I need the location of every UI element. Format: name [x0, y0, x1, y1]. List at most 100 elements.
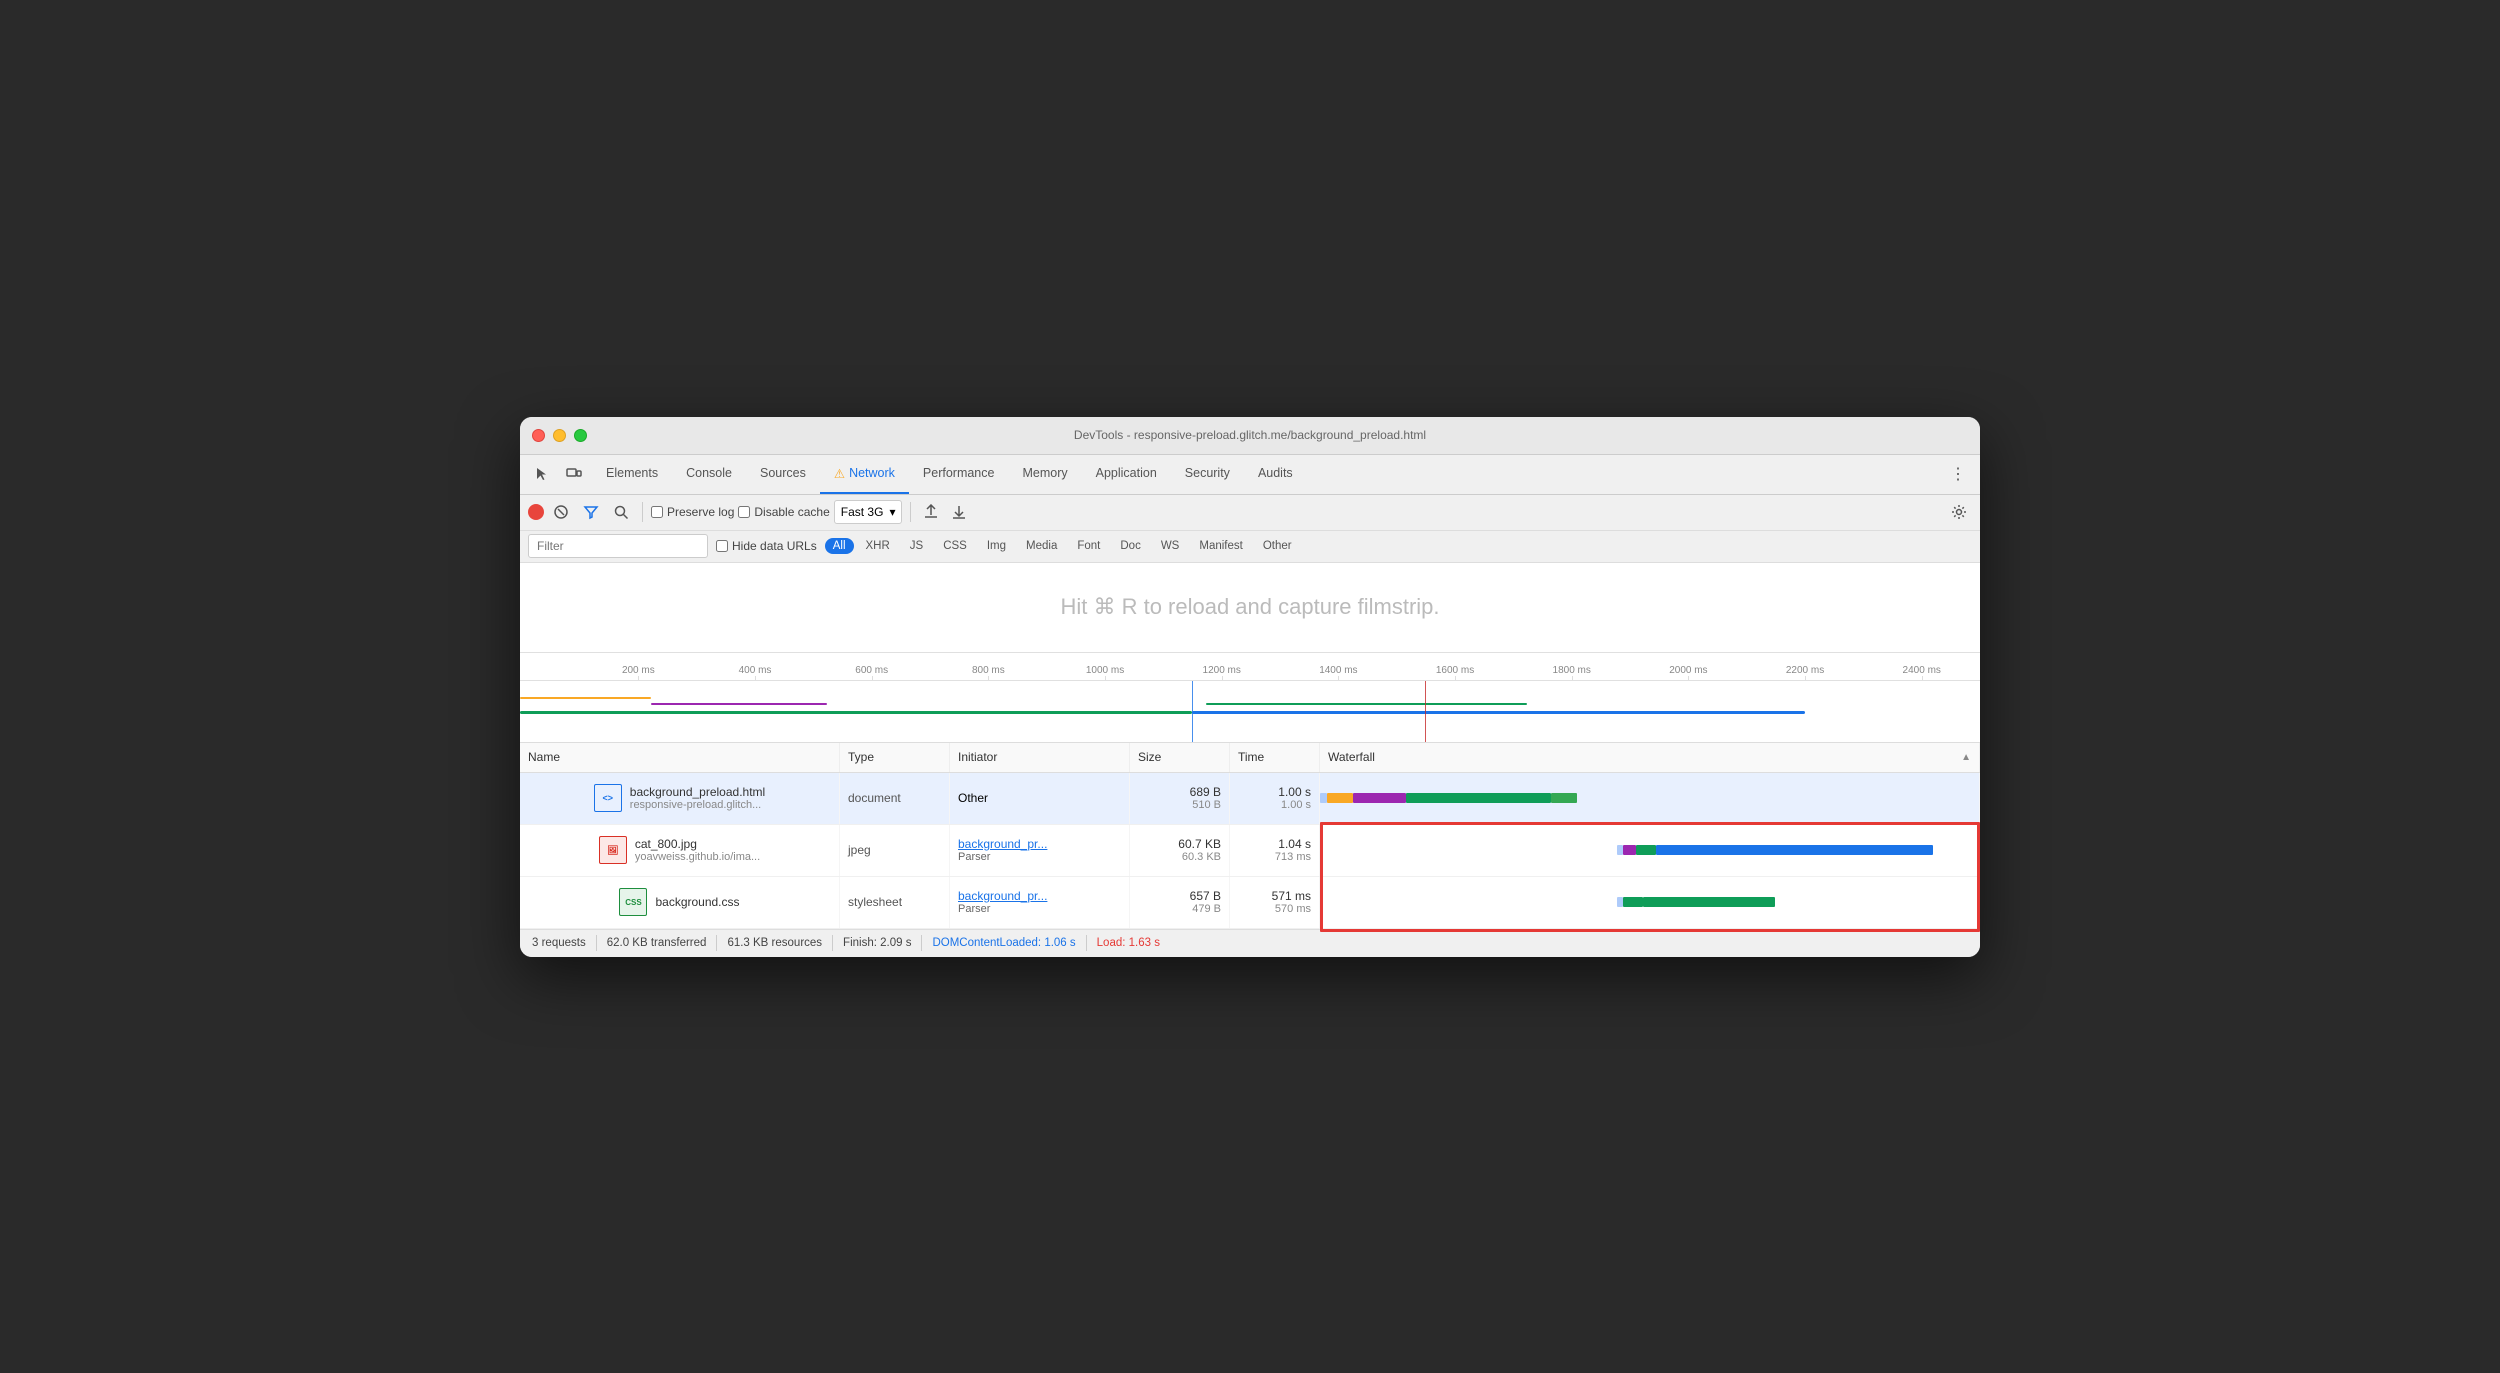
- status-sep-5: [1086, 935, 1087, 951]
- tab-memory[interactable]: Memory: [1008, 455, 1081, 494]
- filter-tag-css[interactable]: CSS: [935, 538, 975, 554]
- tick-1800: 1800 ms: [1513, 665, 1630, 676]
- td-type-html: document: [840, 773, 950, 824]
- cursor-icon-btn[interactable]: [528, 460, 556, 488]
- td-type-css: stylesheet: [840, 877, 950, 928]
- throttle-select[interactable]: Fast 3G: [834, 500, 903, 524]
- filter-input[interactable]: [528, 534, 708, 558]
- preserve-log-checkbox[interactable]: Preserve log: [651, 505, 734, 519]
- status-dom-content: DOMContentLoaded: 1.06 s: [932, 937, 1075, 949]
- filter-tag-js[interactable]: JS: [902, 538, 931, 554]
- file-name-html: background_preload.html: [630, 785, 765, 799]
- track-green-2: [1206, 703, 1527, 705]
- td-name-css: CSS background.css: [520, 877, 840, 928]
- device-toggle-btn[interactable]: [560, 460, 588, 488]
- tick-1400: 1400 ms: [1280, 665, 1397, 676]
- devtools-tabs: Elements Console Sources ⚠ Network Perfo…: [592, 455, 1307, 494]
- tab-performance[interactable]: Performance: [909, 455, 1009, 494]
- td-size-jpeg: 60.7 KB 60.3 KB: [1130, 825, 1230, 876]
- filter-row: Hide data URLs All XHR JS CSS Img Media …: [520, 531, 1980, 563]
- sort-arrow: ▲: [1961, 752, 1971, 763]
- filter-tag-manifest[interactable]: Manifest: [1191, 538, 1250, 554]
- file-url-jpeg: yoavweiss.github.io/ima...: [635, 851, 760, 863]
- tab-audits[interactable]: Audits: [1244, 455, 1307, 494]
- traffic-lights: [532, 429, 587, 442]
- header-initiator: Initiator: [950, 743, 1130, 772]
- tick-1200: 1200 ms: [1163, 665, 1280, 676]
- filter-tag-ws[interactable]: WS: [1153, 538, 1188, 554]
- filter-icon-btn[interactable]: [578, 499, 604, 525]
- td-time-jpeg: 1.04 s 713 ms: [1230, 825, 1320, 876]
- filter-tag-media[interactable]: Media: [1018, 538, 1065, 554]
- tick-2400: 2400 ms: [1863, 665, 1980, 676]
- file-url-html: responsive-preload.glitch...: [630, 799, 765, 811]
- track-blue-1: [1192, 711, 1805, 714]
- record-button[interactable]: [528, 504, 544, 520]
- timeline-tracks: [520, 681, 1980, 743]
- td-time-html: 1.00 s 1.00 s: [1230, 773, 1320, 824]
- search-icon-btn[interactable]: [608, 499, 634, 525]
- minimize-button[interactable]: [553, 429, 566, 442]
- tick-400: 400 ms: [697, 665, 814, 676]
- tab-network[interactable]: ⚠ Network: [820, 455, 909, 494]
- tab-console[interactable]: Console: [672, 455, 746, 494]
- tick-600: 600 ms: [813, 665, 930, 676]
- track-orange: [520, 697, 651, 699]
- tick-1600: 1600 ms: [1397, 665, 1514, 676]
- filter-tag-all[interactable]: All: [825, 538, 854, 554]
- title-bar: DevTools - responsive-preload.glitch.me/…: [520, 417, 1980, 455]
- track-purple: [651, 703, 826, 705]
- tab-application[interactable]: Application: [1082, 455, 1171, 494]
- table-row-html[interactable]: <> background_preload.html responsive-pr…: [520, 773, 1980, 825]
- status-transferred: 62.0 KB transferred: [607, 937, 707, 949]
- table-row-jpeg[interactable]: 🖼 cat_800.jpg yoavweiss.github.io/ima...…: [520, 825, 1980, 877]
- warning-icon: ⚠: [834, 466, 845, 481]
- css-icon: CSS: [619, 888, 647, 916]
- header-time: Time: [1230, 743, 1320, 772]
- filter-tag-xhr[interactable]: XHR: [858, 538, 898, 554]
- td-waterfall-jpeg: [1320, 825, 1980, 876]
- td-time-css: 571 ms 570 ms: [1230, 877, 1320, 928]
- filter-tags: All XHR JS CSS Img Media Font Doc WS Man…: [825, 538, 1300, 554]
- td-size-html: 689 B 510 B: [1130, 773, 1230, 824]
- maximize-button[interactable]: [574, 429, 587, 442]
- throttle-chevron: [887, 505, 895, 519]
- settings-button[interactable]: [1946, 499, 1972, 525]
- status-sep-2: [716, 935, 717, 951]
- header-waterfall[interactable]: Waterfall ▲: [1320, 743, 1980, 772]
- devtools-tab-bar: Elements Console Sources ⚠ Network Perfo…: [520, 455, 1980, 495]
- td-size-css: 657 B 479 B: [1130, 877, 1230, 928]
- toolbar-separator-2: [910, 502, 911, 522]
- filter-tag-img[interactable]: Img: [979, 538, 1014, 554]
- network-table: Name Type Initiator Size Time Waterfall …: [520, 743, 1980, 929]
- timeline-area: 200 ms 400 ms 600 ms 800 ms 1000 ms 1200…: [520, 653, 1980, 743]
- devtools-window: DevTools - responsive-preload.glitch.me/…: [520, 417, 1980, 957]
- filter-tag-other[interactable]: Other: [1255, 538, 1300, 554]
- clear-button[interactable]: [548, 499, 574, 525]
- vline-load: [1425, 681, 1426, 743]
- status-sep-1: [596, 935, 597, 951]
- td-waterfall-html: [1320, 773, 1980, 824]
- tab-sources[interactable]: Sources: [746, 455, 820, 494]
- tab-elements[interactable]: Elements: [592, 455, 672, 494]
- html-icon: <>: [594, 784, 622, 812]
- network-toolbar: Preserve log Disable cache Fast 3G: [520, 495, 1980, 531]
- filter-tag-font[interactable]: Font: [1069, 538, 1108, 554]
- more-tabs-button[interactable]: ⋮: [1944, 460, 1972, 488]
- vline-domcontent: [1192, 681, 1193, 743]
- close-button[interactable]: [532, 429, 545, 442]
- status-requests: 3 requests: [532, 937, 586, 949]
- timeline-ruler: 200 ms 400 ms 600 ms 800 ms 1000 ms 1200…: [520, 653, 1980, 681]
- table-row-css[interactable]: CSS background.css stylesheet background…: [520, 877, 1980, 929]
- tab-security[interactable]: Security: [1171, 455, 1244, 494]
- filmstrip-message: Hit ⌘ R to reload and capture filmstrip.: [1060, 594, 1439, 620]
- file-name-jpeg: cat_800.jpg: [635, 837, 760, 851]
- disable-cache-checkbox[interactable]: Disable cache: [738, 505, 829, 519]
- filter-tag-doc[interactable]: Doc: [1112, 538, 1148, 554]
- track-green-1: [520, 711, 1192, 714]
- img-icon: 🖼: [599, 836, 627, 864]
- hide-data-urls-checkbox[interactable]: Hide data URLs: [716, 539, 817, 553]
- upload-button[interactable]: [919, 500, 943, 524]
- header-type: Type: [840, 743, 950, 772]
- download-button[interactable]: [947, 500, 971, 524]
